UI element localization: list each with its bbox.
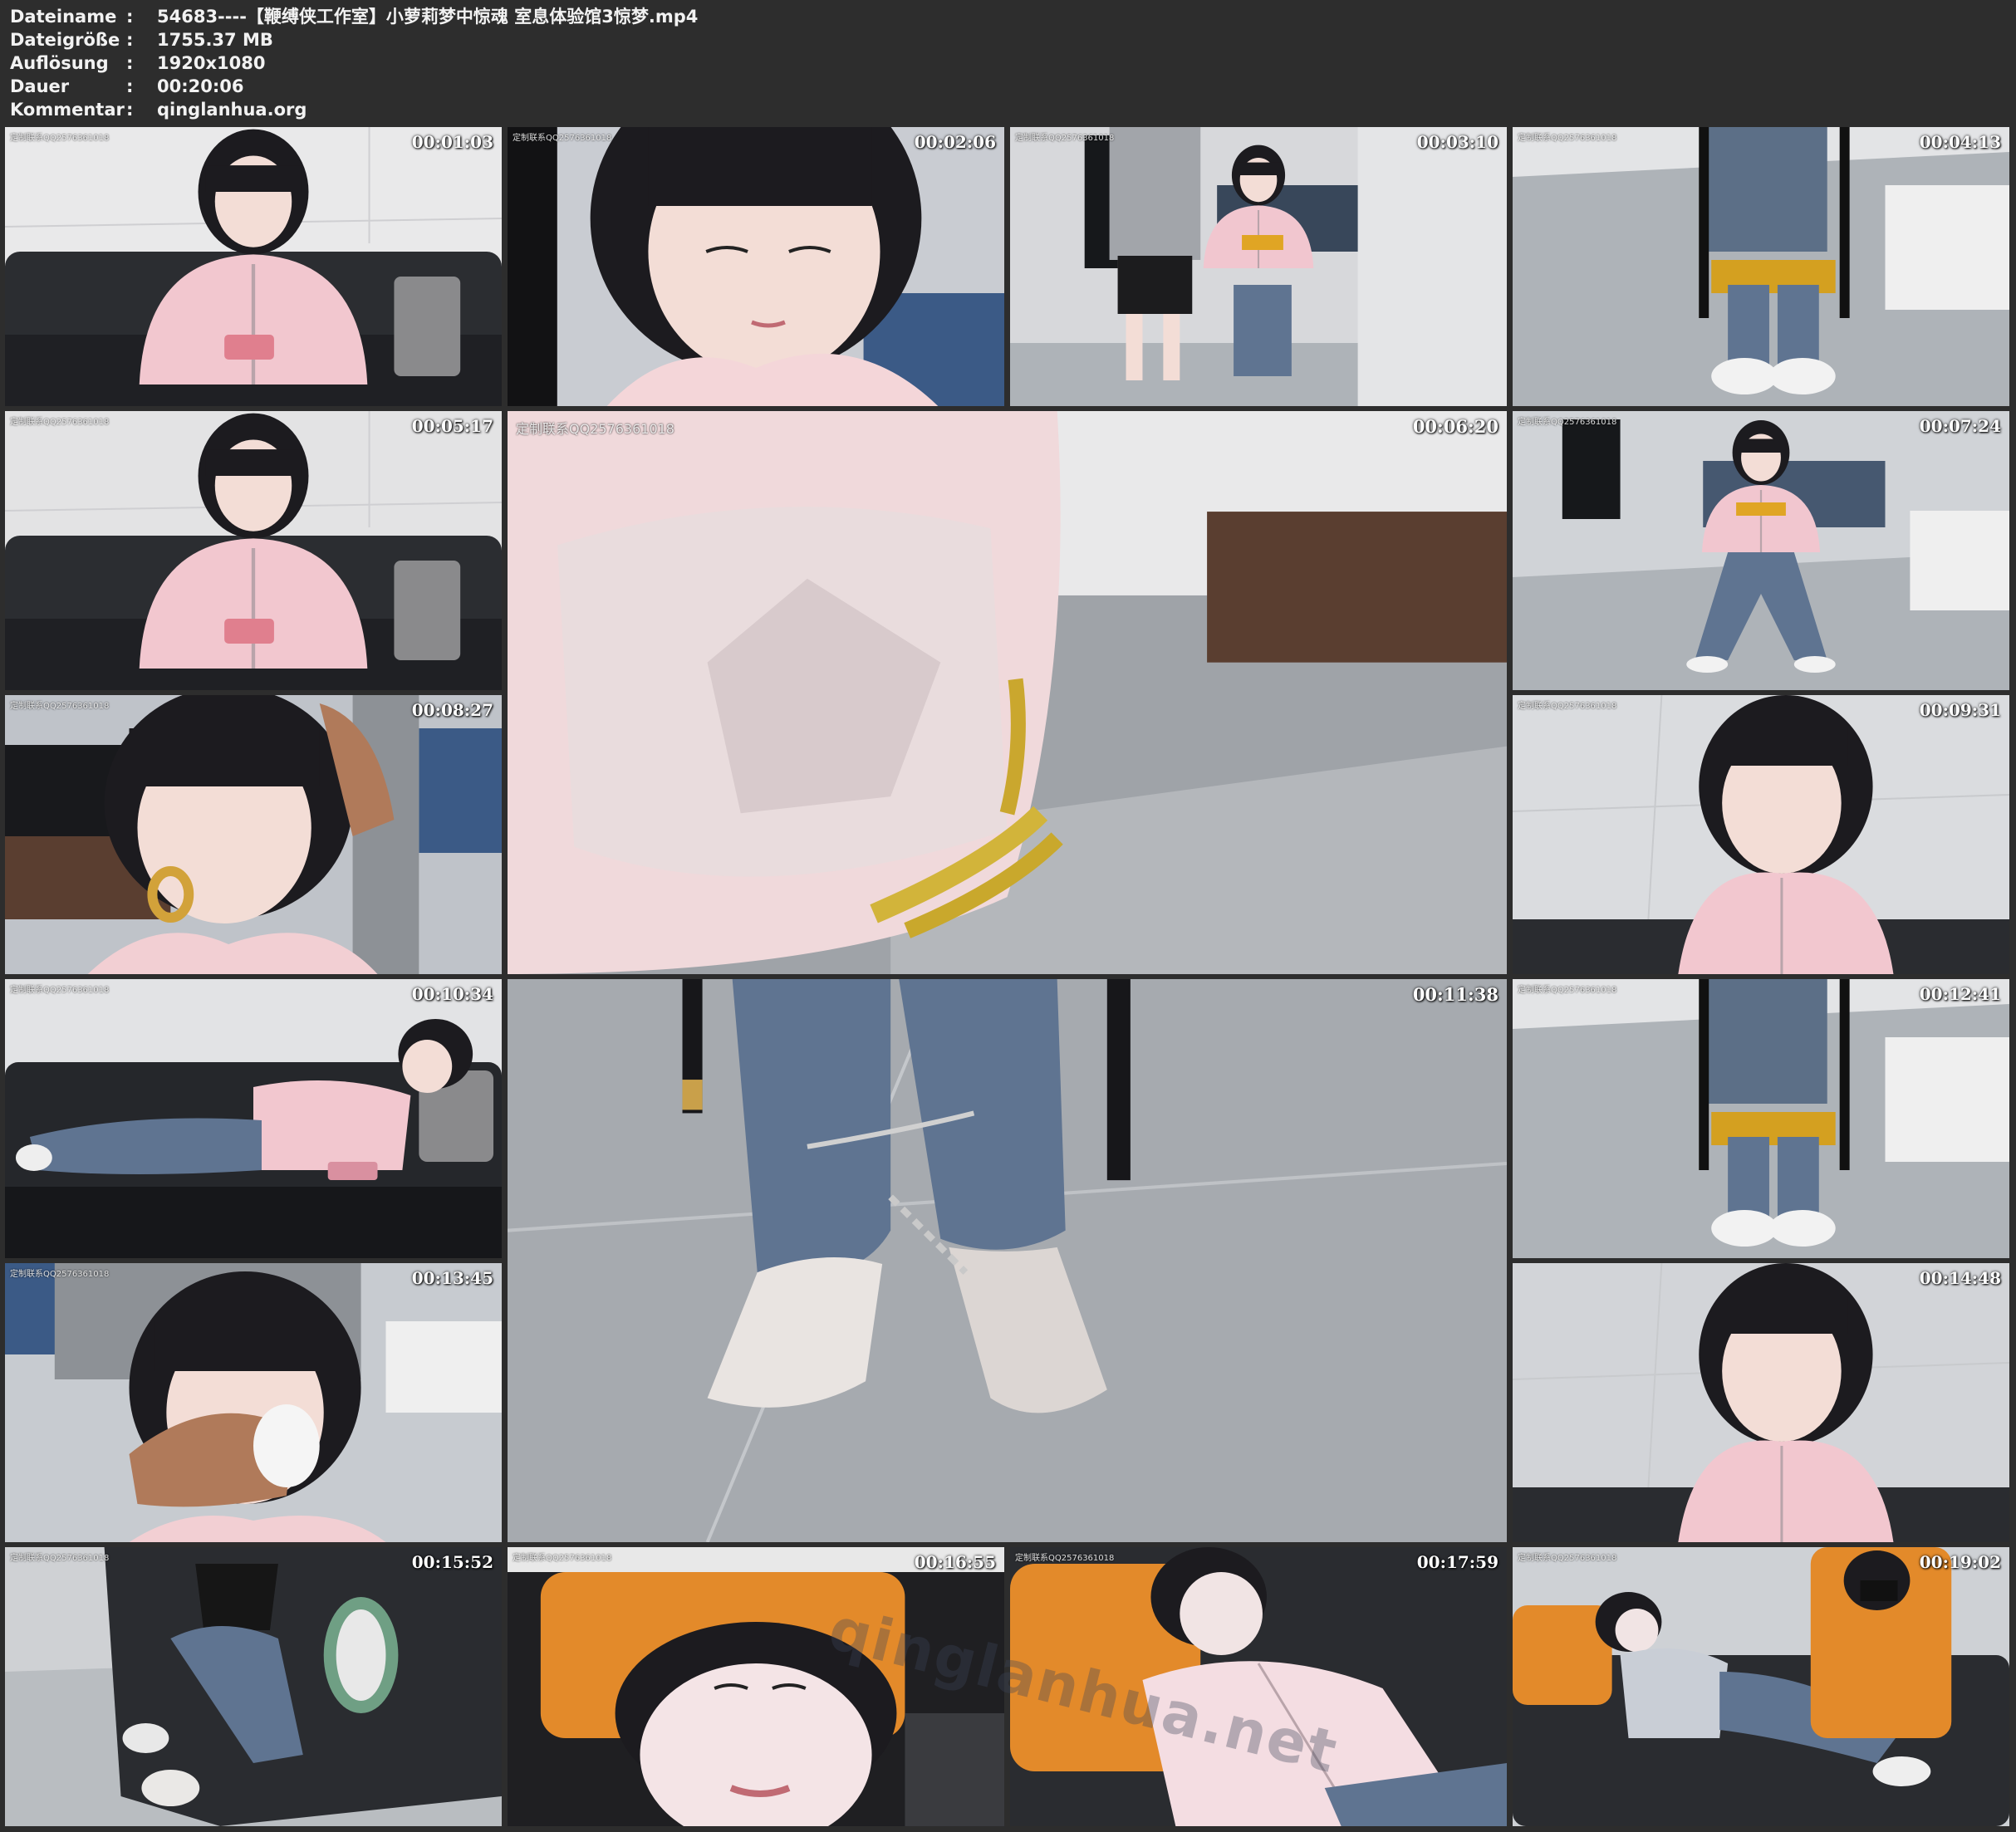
info-separator: : [126, 100, 134, 120]
info-value: 1755.37 MB [157, 30, 273, 50]
info-value: 00:20:06 [157, 76, 244, 96]
video-thumbnail[interactable]: 定制联系QQ2576361018 00:16:55 [508, 1547, 1004, 1826]
thumbnail-timestamp: 00:06:20 [1412, 416, 1499, 437]
thumbnail-image [1513, 695, 2009, 974]
thumbnail-timestamp: 00:14:48 [1919, 1268, 2001, 1288]
thumbnail-grid: 定制联系QQ2576361018 00:01:03 定制联系QQ257636101… [5, 127, 2014, 1830]
thumbnail-watermark: 定制联系QQ2576361018 [513, 1554, 612, 1563]
video-thumbnail[interactable]: 定制联系QQ2576361018 00:15:52 [5, 1547, 502, 1826]
thumbnail-image [1513, 411, 2009, 690]
thumbnail-watermark: 定制联系QQ2576361018 [1518, 702, 1617, 711]
video-thumbnail[interactable]: 定制联系QQ2576361018 00:05:17 [5, 411, 502, 690]
info-value: 1920x1080 [157, 53, 266, 73]
thumbnail-timestamp: 00:09:31 [1919, 700, 2001, 720]
video-thumbnail[interactable]: 定制联系QQ2576361018 00:01:03 [5, 127, 502, 406]
thumbnail-watermark: 定制联系QQ2576361018 [1518, 418, 1617, 427]
thumbnail-timestamp: 00:07:24 [1919, 416, 2001, 436]
thumbnail-image [5, 979, 502, 1258]
info-key: Dateiname [10, 7, 117, 27]
video-thumbnail[interactable]: 定制联系QQ2576361018 00:07:24 [1513, 411, 2009, 690]
thumbnail-image [5, 1263, 502, 1542]
video-thumbnail[interactable]: 定制联系QQ2576361018 00:03:10 [1010, 127, 1507, 406]
thumbnail-timestamp: 00:15:52 [411, 1552, 493, 1572]
thumbnail-image [508, 411, 1507, 974]
info-key: Auflösung [10, 53, 109, 73]
thumbnail-timestamp: 00:08:27 [411, 700, 493, 720]
video-thumbnail[interactable]: 定制联系QQ2576361018 00:19:02 [1513, 1547, 2009, 1826]
info-value: 54683----【鞭缚侠工作室】小萝莉梦中惊魂 室息体验馆3惊梦.mp4 [157, 7, 699, 27]
thumbnail-watermark: 定制联系QQ2576361018 [10, 418, 110, 427]
thumbnail-image [508, 979, 1507, 1542]
thumbnail-watermark: 定制联系QQ2576361018 [10, 134, 110, 143]
thumbnail-timestamp: 00:04:13 [1919, 132, 2001, 152]
thumbnail-image [5, 127, 502, 406]
info-separator: : [126, 53, 134, 73]
video-thumbnail[interactable]: 定制联系QQ2576361018 00:09:31 [1513, 695, 2009, 974]
thumbnail-watermark: 定制联系QQ2576361018 [1015, 1554, 1115, 1563]
thumbnail-watermark: 定制联系QQ2576361018 [10, 1270, 110, 1279]
thumbnail-image [5, 1547, 502, 1826]
info-key: Dauer [10, 76, 70, 96]
thumbnail-image [5, 411, 502, 690]
info-row-duration: Dauer : 00:20:06 [10, 75, 1173, 98]
thumbnail-timestamp: 00:03:10 [1416, 132, 1499, 152]
video-thumbnail[interactable]: 00:14:48 [1513, 1263, 2009, 1542]
thumbnail-timestamp: 00:05:17 [411, 416, 493, 436]
thumbnail-timestamp: 00:17:59 [1416, 1552, 1499, 1572]
thumbnail-image [1513, 1263, 2009, 1542]
info-row-resolution: Auflösung : 1920x1080 [10, 51, 1173, 75]
thumbnail-timestamp: 00:19:02 [1919, 1552, 2001, 1572]
video-thumbnail[interactable]: 定制联系QQ2576361018 00:12:41 [1513, 979, 2009, 1258]
video-thumbnail[interactable]: 定制联系QQ2576361018 00:17:59 [1010, 1547, 1507, 1826]
thumbnail-image [5, 695, 502, 974]
thumbnail-timestamp: 00:16:55 [914, 1552, 996, 1572]
info-key: Dateigröße [10, 30, 120, 50]
thumbnail-watermark: 定制联系QQ2576361018 [1015, 134, 1115, 143]
video-thumbnail[interactable]: 定制联系QQ2576361018 00:10:34 [5, 979, 502, 1258]
thumbnail-watermark: 定制联系QQ2576361018 [516, 421, 674, 437]
file-info-panel: Dateiname : 54683----【鞭缚侠工作室】小萝莉梦中惊魂 室息体… [10, 5, 1173, 121]
video-thumbnail[interactable]: 00:11:38 [508, 979, 1507, 1542]
thumbnail-image [508, 1547, 1004, 1826]
info-value: qinglanhua.org [157, 100, 307, 120]
thumbnail-timestamp: 00:01:03 [411, 132, 493, 152]
info-row-comment: Kommentar : qinglanhua.org [10, 98, 1173, 121]
video-thumbnail[interactable]: 定制联系QQ2576361018 00:06:20 [508, 411, 1507, 974]
thumbnail-image [1513, 979, 2009, 1258]
thumbnail-watermark: 定制联系QQ2576361018 [513, 134, 612, 143]
thumbnail-timestamp: 00:12:41 [1919, 984, 2001, 1004]
info-separator: : [126, 76, 134, 96]
thumbnail-timestamp: 00:13:45 [411, 1268, 493, 1288]
thumbnail-image [1010, 127, 1507, 406]
thumbnail-watermark: 定制联系QQ2576361018 [10, 986, 110, 995]
thumbnail-watermark: 定制联系QQ2576361018 [1518, 1554, 1617, 1563]
thumbnail-image [1513, 127, 2009, 406]
thumbnail-image [508, 127, 1004, 406]
thumbnail-image [1010, 1547, 1507, 1826]
thumbnail-timestamp: 00:10:34 [411, 984, 493, 1004]
thumbnail-watermark: 定制联系QQ2576361018 [10, 702, 110, 711]
thumbnail-watermark: 定制联系QQ2576361018 [10, 1554, 110, 1563]
info-separator: : [126, 7, 134, 27]
video-thumbnail[interactable]: 定制联系QQ2576361018 00:13:45 [5, 1263, 502, 1542]
video-thumbnail[interactable]: 定制联系QQ2576361018 00:08:27 [5, 695, 502, 974]
info-separator: : [126, 30, 134, 50]
thumbnail-watermark: 定制联系QQ2576361018 [1518, 134, 1617, 143]
thumbnail-timestamp: 00:02:06 [914, 132, 996, 152]
video-thumbnail[interactable]: 定制联系QQ2576361018 00:04:13 [1513, 127, 2009, 406]
thumbnail-watermark: 定制联系QQ2576361018 [1518, 986, 1617, 995]
info-key: Kommentar [10, 100, 125, 120]
video-thumbnail[interactable]: 定制联系QQ2576361018 00:02:06 [508, 127, 1004, 406]
thumbnail-image [1513, 1547, 2009, 1826]
thumbnail-timestamp: 00:11:38 [1412, 984, 1499, 1005]
info-row-filesize: Dateigröße : 1755.37 MB [10, 28, 1173, 51]
info-row-filename: Dateiname : 54683----【鞭缚侠工作室】小萝莉梦中惊魂 室息体… [10, 5, 1173, 28]
